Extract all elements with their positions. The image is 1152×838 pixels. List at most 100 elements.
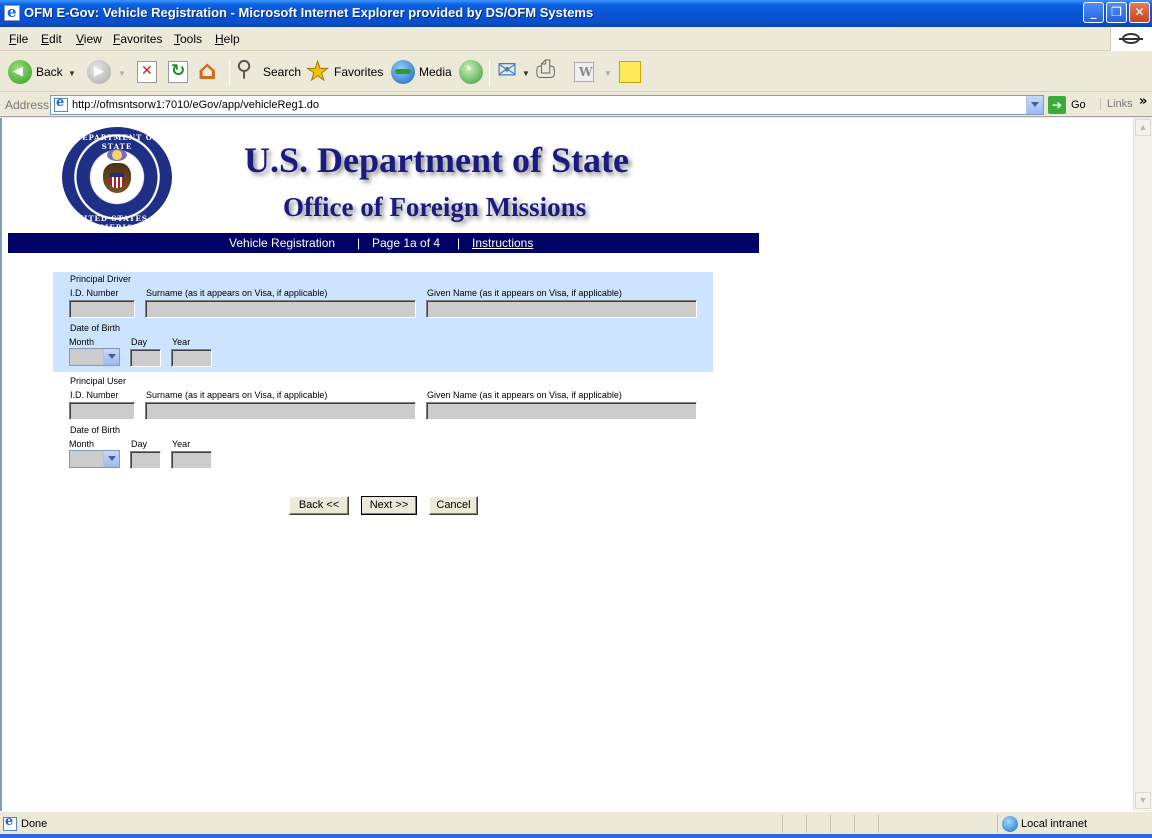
driver-month-select[interactable] xyxy=(69,348,120,366)
ie-app-icon[interactable] xyxy=(4,3,20,21)
media-label: Media xyxy=(419,65,452,79)
messenger-button[interactable] xyxy=(619,59,641,85)
status-pane xyxy=(830,815,831,833)
minimize-button[interactable]: _ xyxy=(1083,2,1104,23)
forward-button[interactable] xyxy=(87,59,111,85)
address-dropdown-icon[interactable] xyxy=(1026,96,1043,114)
search-icon xyxy=(235,57,259,84)
page-status-icon xyxy=(3,814,17,831)
favorites-button[interactable]: Favorites xyxy=(306,56,384,87)
driver-given-name-input[interactable] xyxy=(426,300,697,318)
user-month-select[interactable] xyxy=(69,450,120,468)
seal-stars xyxy=(107,149,127,161)
instructions-link[interactable]: Instructions xyxy=(472,236,533,250)
driver-id-input[interactable] xyxy=(69,300,135,318)
favorites-star-icon xyxy=(306,56,330,87)
stop-button[interactable] xyxy=(137,59,157,85)
edit-dropdown-icon[interactable]: ▼ xyxy=(604,69,612,78)
driver-month-label: Month xyxy=(69,337,95,347)
user-id-label: I.D. Number xyxy=(70,390,119,400)
go-label: Go xyxy=(1071,99,1086,111)
refresh-icon xyxy=(168,61,188,83)
nav-bar: Vehicle Registration | Page 1a of 4 | In… xyxy=(8,233,759,253)
driver-id-label: I.D. Number xyxy=(70,288,119,298)
driver-day-input[interactable] xyxy=(130,349,161,367)
driver-surname-input[interactable] xyxy=(145,300,416,318)
home-icon xyxy=(198,56,222,86)
driver-year-label: Year xyxy=(172,337,191,347)
user-surname-label: Surname (as it appears on Visa, if appli… xyxy=(146,390,328,400)
user-id-input[interactable] xyxy=(69,402,135,420)
cancel-button[interactable]: Cancel xyxy=(429,496,478,515)
menu-file[interactable]: File xyxy=(9,32,28,46)
chevron-down-icon[interactable] xyxy=(103,451,119,467)
chevron-down-icon[interactable] xyxy=(103,349,119,365)
links-chevron-icon[interactable]: » xyxy=(1139,94,1147,109)
scroll-up-icon[interactable]: ▲ xyxy=(1135,119,1151,136)
go-button[interactable]: ➔ Go xyxy=(1048,95,1098,115)
toolbar: Back ▼ ▼ Search Favorites Media ▼ ▼ xyxy=(0,52,1152,92)
taskbar-edge xyxy=(0,834,1152,838)
print-button[interactable] xyxy=(536,56,560,85)
media-button[interactable]: Media xyxy=(391,59,452,85)
history-button[interactable] xyxy=(459,59,483,85)
user-dob-label: Date of Birth xyxy=(70,425,121,435)
menu-favorites[interactable]: Favorites xyxy=(113,32,162,46)
mail-button[interactable] xyxy=(497,56,521,85)
next-button[interactable]: Next >> xyxy=(361,496,417,515)
principal-user-section: Principal User I.D. Number Surname (as i… xyxy=(53,374,713,474)
principal-driver-heading: Principal Driver xyxy=(70,274,132,284)
driver-surname-label: Surname (as it appears on Visa, if appli… xyxy=(146,288,328,298)
mail-dropdown-icon[interactable]: ▼ xyxy=(522,69,530,78)
title-bar: OFM E-Gov: Vehicle Registration - Micros… xyxy=(0,0,1152,27)
user-given-name-input[interactable] xyxy=(426,402,697,420)
window-title: OFM E-Gov: Vehicle Registration - Micros… xyxy=(24,5,594,20)
menu-view[interactable]: View xyxy=(76,32,102,46)
nav-separator: | xyxy=(457,236,461,250)
seal-text-bottom: UNITED STATES OF AMERICA xyxy=(69,214,165,232)
page-icon xyxy=(54,95,68,112)
refresh-button[interactable] xyxy=(168,59,188,85)
menu-edit[interactable]: Edit xyxy=(41,32,62,46)
page-title: U.S. Department of State xyxy=(244,140,629,180)
page-content: DEPARTMENT OF STATE UNITED STATES OF AME… xyxy=(0,118,1133,811)
go-arrow-icon: ➔ xyxy=(1048,96,1066,114)
favorites-label: Favorites xyxy=(334,65,384,79)
back-nav-button[interactable]: Back << xyxy=(289,496,349,515)
intranet-globe-icon xyxy=(1002,816,1018,832)
vertical-scrollbar[interactable]: ▲ ▼ xyxy=(1133,118,1152,811)
menu-tools[interactable]: Tools xyxy=(174,32,202,46)
user-surname-input[interactable] xyxy=(145,402,416,420)
address-input[interactable]: http://ofmsntsorw1:7010/eGov/app/vehicle… xyxy=(50,95,1044,115)
status-pane xyxy=(878,815,879,833)
home-button[interactable] xyxy=(198,56,222,86)
driver-year-input[interactable] xyxy=(171,349,212,367)
user-day-input[interactable] xyxy=(130,451,161,469)
mail-icon xyxy=(497,56,521,85)
windows-logo-icon xyxy=(1110,27,1152,51)
status-pane xyxy=(997,815,998,833)
close-button[interactable]: ✕ xyxy=(1129,2,1150,23)
links-toolbar[interactable]: Links xyxy=(1100,98,1133,110)
nav-page-indicator: Page 1a of 4 xyxy=(372,236,441,250)
back-button[interactable]: Back xyxy=(8,59,63,85)
history-icon xyxy=(459,59,483,84)
page-subtitle: Office of Foreign Missions xyxy=(283,192,587,222)
menu-help[interactable]: Help xyxy=(215,32,240,46)
driver-dob-label: Date of Birth xyxy=(70,323,121,333)
status-pane xyxy=(806,815,807,833)
restore-button[interactable]: ❐ xyxy=(1106,2,1127,23)
forward-dropdown-icon[interactable]: ▼ xyxy=(118,69,126,78)
address-label: Address xyxy=(5,98,50,112)
media-globe-icon xyxy=(391,60,415,84)
user-day-label: Day xyxy=(131,439,148,449)
scroll-down-icon[interactable]: ▼ xyxy=(1135,792,1151,809)
address-url[interactable]: http://ofmsntsorw1:7010/eGov/app/vehicle… xyxy=(72,99,319,111)
search-button[interactable]: Search xyxy=(235,57,301,85)
driver-given-name-label: Given Name (as it appears on Visa, if ap… xyxy=(427,288,622,298)
user-year-input[interactable] xyxy=(171,451,212,469)
security-zone: Local intranet xyxy=(1021,818,1088,830)
edit-button[interactable] xyxy=(574,59,594,85)
printer-icon xyxy=(536,56,560,84)
back-dropdown-icon[interactable]: ▼ xyxy=(68,69,76,78)
